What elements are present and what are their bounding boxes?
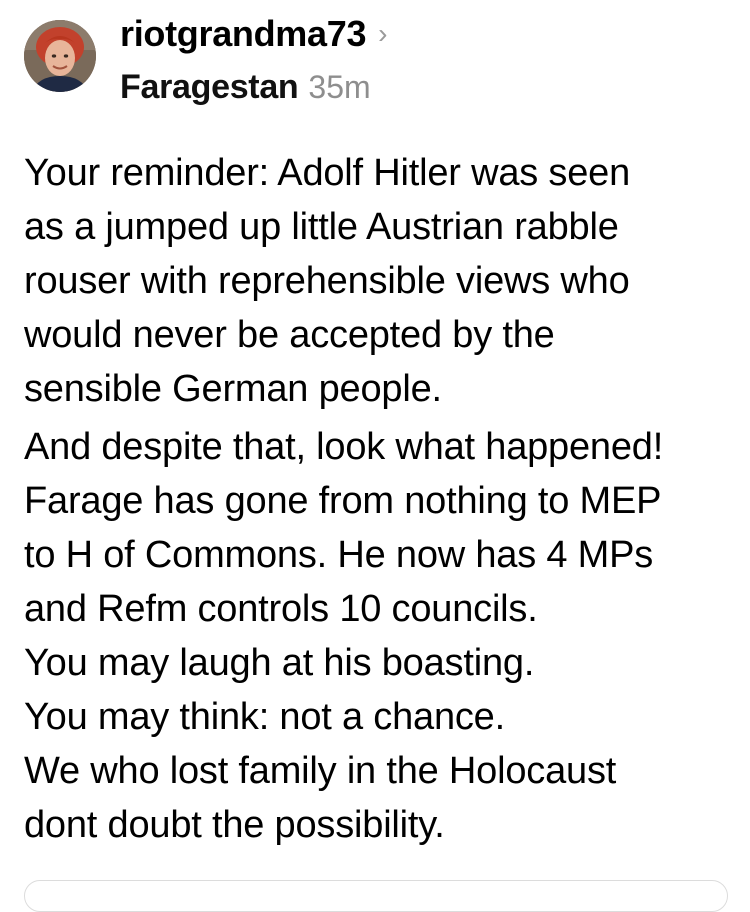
post-text-line: sensible German people.	[24, 368, 442, 410]
post-header: riotgrandma73 › Faragestan 35m	[24, 13, 724, 108]
user-avatar[interactable]	[24, 20, 96, 92]
post-text-line: Farage has gone from nothing to MEP	[24, 480, 662, 522]
community-name[interactable]: Faragestan	[120, 68, 299, 107]
post-card: riotgrandma73 › Faragestan 35m Your remi…	[0, 0, 750, 912]
username[interactable]: riotgrandma73	[120, 12, 366, 56]
post-text-line: You may think: not a chance.	[24, 696, 505, 738]
post-meta: riotgrandma73 › Faragestan 35m	[120, 12, 720, 108]
post-timestamp: 35m	[308, 69, 371, 105]
post-text-line: We who lost family in the Holocaust	[24, 750, 617, 792]
post-text-line: Your reminder: Adolf Hitler was seen	[24, 152, 631, 194]
post-text-line: as a jumped up little Austrian rabble	[24, 206, 619, 248]
post-text-line: And despite that, look what happened!	[24, 426, 664, 468]
chevron-right-icon[interactable]: ›	[378, 12, 387, 56]
post-text-line: dont doubt the possibility.	[24, 804, 445, 846]
avatar-photo-icon	[24, 20, 96, 92]
post-text-line: and Refm controls 10 councils.	[24, 588, 538, 630]
post-body: Your reminder: Adolf Hitler was seen as …	[24, 146, 734, 852]
post-text-line: rouser with reprehensible views who	[24, 260, 630, 302]
post-text-line: to H of Commons. He now has 4 MPs	[24, 534, 654, 576]
attachment-preview-edge[interactable]	[24, 880, 728, 912]
post-text-line: You may laugh at his boasting.	[24, 642, 535, 684]
post-subline: Faragestan 35m	[120, 68, 720, 108]
username-row[interactable]: riotgrandma73 ›	[120, 12, 720, 56]
post-text-line: would never be accepted by the	[24, 314, 555, 356]
